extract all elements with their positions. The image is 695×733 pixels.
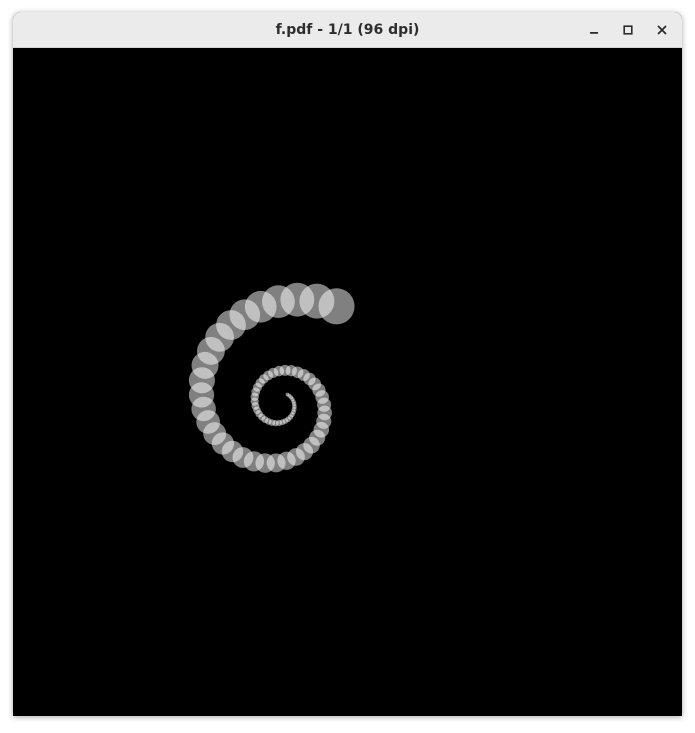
close-button[interactable] bbox=[648, 17, 676, 43]
close-icon bbox=[657, 25, 667, 35]
document-view[interactable] bbox=[13, 48, 682, 716]
maximize-button[interactable] bbox=[614, 17, 642, 43]
spiral-circle bbox=[318, 288, 355, 325]
page-background bbox=[13, 48, 682, 716]
spiral-drawing bbox=[13, 48, 682, 716]
viewer-window: f.pdf - 1/1 (96 dpi) bbox=[13, 12, 682, 716]
maximize-icon bbox=[623, 25, 633, 35]
window-controls bbox=[580, 17, 676, 43]
minimize-icon bbox=[590, 32, 598, 34]
title-bar[interactable]: f.pdf - 1/1 (96 dpi) bbox=[13, 12, 682, 48]
window-title: f.pdf - 1/1 (96 dpi) bbox=[275, 21, 420, 38]
minimize-button[interactable] bbox=[580, 17, 608, 43]
